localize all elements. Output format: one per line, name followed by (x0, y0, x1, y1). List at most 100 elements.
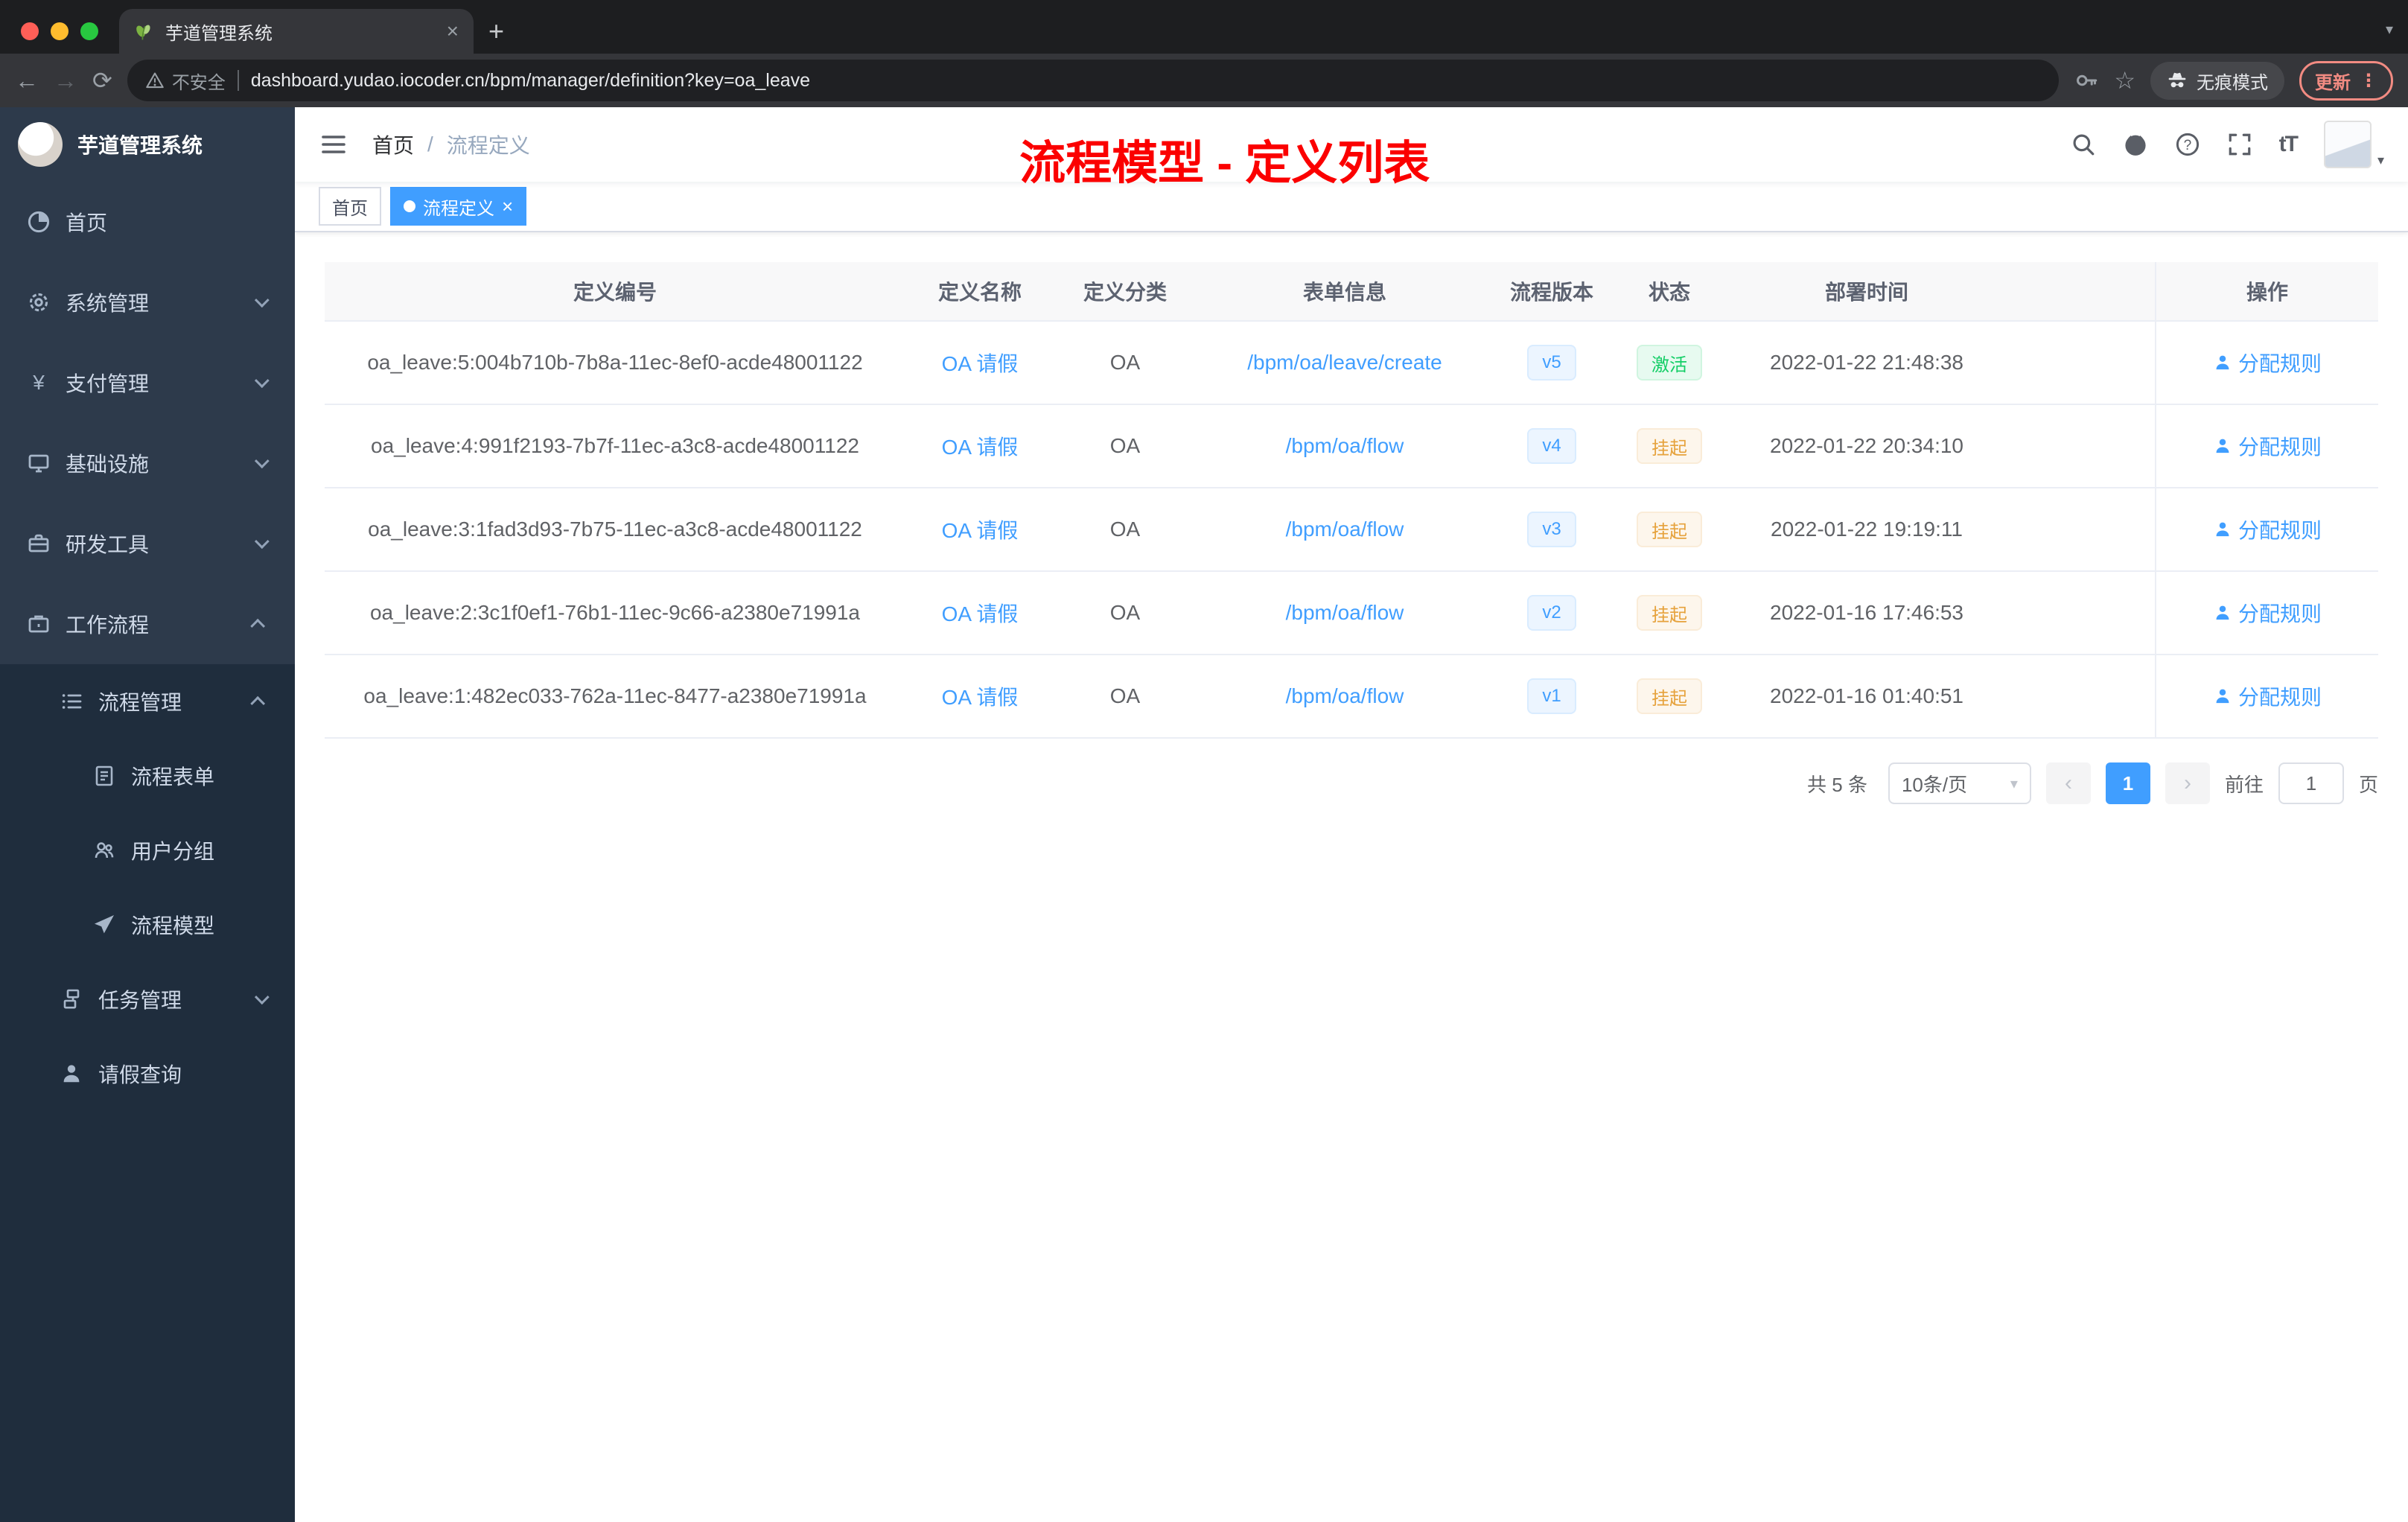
sidebar-brand[interactable]: 芋道管理系统 (0, 107, 295, 182)
search-icon[interactable] (2071, 132, 2096, 157)
definition-name-link[interactable]: OA 请假 (942, 515, 1019, 544)
definition-category: OA (1109, 434, 1141, 457)
breadcrumb: 首页 / 流程定义 (372, 130, 530, 159)
back-icon[interactable]: ← (15, 69, 39, 92)
zoom-window-button[interactable] (80, 22, 98, 40)
row-spacer (2004, 655, 2155, 737)
assign-rule-link[interactable]: 分配规则 (2213, 515, 2322, 544)
sidebar: 芋道管理系统 首页 系统管理 ¥ 支付管理 基础设施 研发工具 工作流程 流程管… (0, 107, 295, 1522)
page-number-button[interactable]: 1 (2105, 762, 2150, 804)
reload-icon[interactable]: ⟳ (92, 69, 112, 92)
security-label: 不安全 (171, 72, 226, 93)
sidebar-item-payment[interactable]: ¥ 支付管理 (0, 343, 295, 423)
definition-name-link[interactable]: OA 请假 (942, 348, 1019, 378)
sidebar-item-task-management[interactable]: 任务管理 (0, 962, 295, 1037)
sidebar-item-process-form[interactable]: 流程表单 (0, 739, 295, 813)
assign-rule-link[interactable]: 分配规则 (2213, 598, 2322, 628)
tag-label: 首页 (332, 198, 368, 219)
sidebar-item-label: 任务管理 (98, 989, 182, 1012)
tag-process-definition[interactable]: 流程定义 × (390, 187, 527, 226)
fullscreen-icon[interactable] (2227, 132, 2252, 157)
warning-icon (146, 72, 164, 89)
browser-menu-dots-icon[interactable]: ⋮ (2360, 70, 2377, 92)
column-header: 操作 (2155, 262, 2378, 320)
sidebar-item-system[interactable]: 系统管理 (0, 262, 295, 343)
assign-rule-link[interactable]: 分配规则 (2213, 348, 2322, 378)
table-row: oa_leave:2:3c1f0ef1-76b1-11ec-9c66-a2380… (325, 572, 2378, 655)
tag-close-icon[interactable]: × (502, 197, 513, 216)
assign-rule-link[interactable]: 分配规则 (2213, 431, 2322, 461)
help-icon[interactable]: ? (2175, 132, 2200, 157)
monitor-icon (27, 451, 51, 475)
sidebar-item-devtools[interactable]: 研发工具 (0, 503, 295, 584)
breadcrumb-separator: / (427, 133, 433, 156)
bookmark-star-icon[interactable]: ☆ (2114, 69, 2135, 92)
avatar[interactable] (2323, 121, 2372, 168)
sidebar-item-label: 研发工具 (66, 533, 150, 556)
page-size-select[interactable]: 10条/页 ▾ (1888, 762, 2031, 804)
sidebar-item-label: 系统管理 (66, 292, 150, 315)
tab-title: 芋道管理系统 (165, 23, 273, 44)
assign-rule-link[interactable]: 分配规则 (2213, 681, 2322, 711)
users-icon (92, 838, 116, 862)
update-button[interactable]: 更新 ⋮ (2299, 60, 2393, 101)
browser-tab[interactable]: 芋道管理系统 × (119, 9, 474, 54)
tab-close-icon[interactable]: × (447, 19, 459, 43)
form-link[interactable]: /bpm/oa/flow (1286, 684, 1404, 708)
font-size-icon[interactable]: tT (2279, 132, 2299, 157)
sidebar-item-workflow[interactable]: 工作流程 (0, 584, 295, 664)
breadcrumb-home[interactable]: 首页 (372, 130, 414, 159)
forward-icon[interactable]: → (54, 69, 77, 92)
user-menu[interactable]: ▾ (2323, 121, 2384, 168)
github-icon[interactable] (2123, 132, 2148, 157)
tag-home[interactable]: 首页 (319, 187, 381, 226)
password-key-icon[interactable] (2074, 68, 2099, 93)
sidebar-item-user-group[interactable]: 用户分组 (0, 813, 295, 888)
deploy-time: 2022-01-22 21:48:38 (1770, 351, 1963, 374)
close-window-button[interactable] (21, 22, 39, 40)
security-chip[interactable]: 不安全 (145, 68, 226, 94)
sidebar-menu-top: 首页 系统管理 ¥ 支付管理 基础设施 研发工具 工作流程 (0, 182, 295, 664)
definition-category: OA (1109, 351, 1141, 374)
yen-icon: ¥ (33, 371, 45, 394)
deploy-time: 2022-01-16 17:46:53 (1770, 601, 1963, 624)
tasks-icon (60, 987, 83, 1011)
chevron-down-icon (254, 453, 270, 469)
table-row: oa_leave:3:1fad3d93-7b75-11ec-a3c8-acde4… (325, 488, 2378, 572)
chevron-up-icon (250, 618, 266, 634)
definition-name-link[interactable]: OA 请假 (942, 431, 1019, 461)
definition-id: oa_leave:3:1fad3d93-7b75-11ec-a3c8-acde4… (368, 518, 862, 541)
chevron-down-icon (254, 534, 270, 550)
definition-id: oa_leave:2:3c1f0ef1-76b1-11ec-9c66-a2380… (369, 601, 860, 624)
sidebar-item-infrastructure[interactable]: 基础设施 (0, 423, 295, 503)
column-header: 流程版本 (1509, 281, 1593, 304)
new-tab-button[interactable]: + (488, 18, 504, 45)
active-dot-icon (404, 200, 415, 212)
sidebar-item-process-management[interactable]: 流程管理 (0, 664, 295, 739)
definition-name-link[interactable]: OA 请假 (942, 681, 1019, 711)
sidebar-item-home[interactable]: 首页 (0, 182, 295, 262)
hamburger-icon[interactable] (319, 130, 348, 159)
tabstrip-chevron-icon[interactable]: ▾ (2386, 20, 2393, 39)
row-spacer (2004, 322, 2155, 404)
prev-page-button[interactable]: ‹ (2045, 762, 2091, 804)
page-goto-input[interactable] (2278, 762, 2344, 804)
form-link[interactable]: /bpm/oa/leave/create (1247, 351, 1442, 375)
next-page-button[interactable]: › (2165, 762, 2210, 804)
avatar-caret-icon: ▾ (2377, 153, 2384, 168)
person-icon (60, 1062, 83, 1086)
sidebar-item-leave-query[interactable]: 请假查询 (0, 1037, 295, 1111)
form-link[interactable]: /bpm/oa/flow (1286, 434, 1404, 458)
minimize-window-button[interactable] (51, 22, 69, 40)
form-link[interactable]: /bpm/oa/flow (1286, 518, 1404, 541)
person-icon (2216, 605, 2229, 620)
definition-name-link[interactable]: OA 请假 (942, 598, 1019, 628)
sidebar-item-process-model[interactable]: 流程模型 (0, 888, 295, 962)
table-header-row: 定义编号 定义名称 定义分类 表单信息 流程版本 状态 部署时间 操作 (325, 262, 2378, 322)
address-bar[interactable]: 不安全 dashboard.yudao.iocoder.cn/bpm/manag… (127, 60, 2060, 101)
browser-window: 芋道管理系统 × + ▾ ← → ⟳ 不安全 dashboard.yudao.i… (0, 0, 2408, 1522)
status-badge: 激活 (1637, 345, 1702, 380)
form-link[interactable]: /bpm/oa/flow (1286, 601, 1404, 625)
document-icon (92, 764, 116, 788)
definition-table: 定义编号 定义名称 定义分类 表单信息 流程版本 状态 部署时间 操作 oa_l… (325, 262, 2378, 739)
